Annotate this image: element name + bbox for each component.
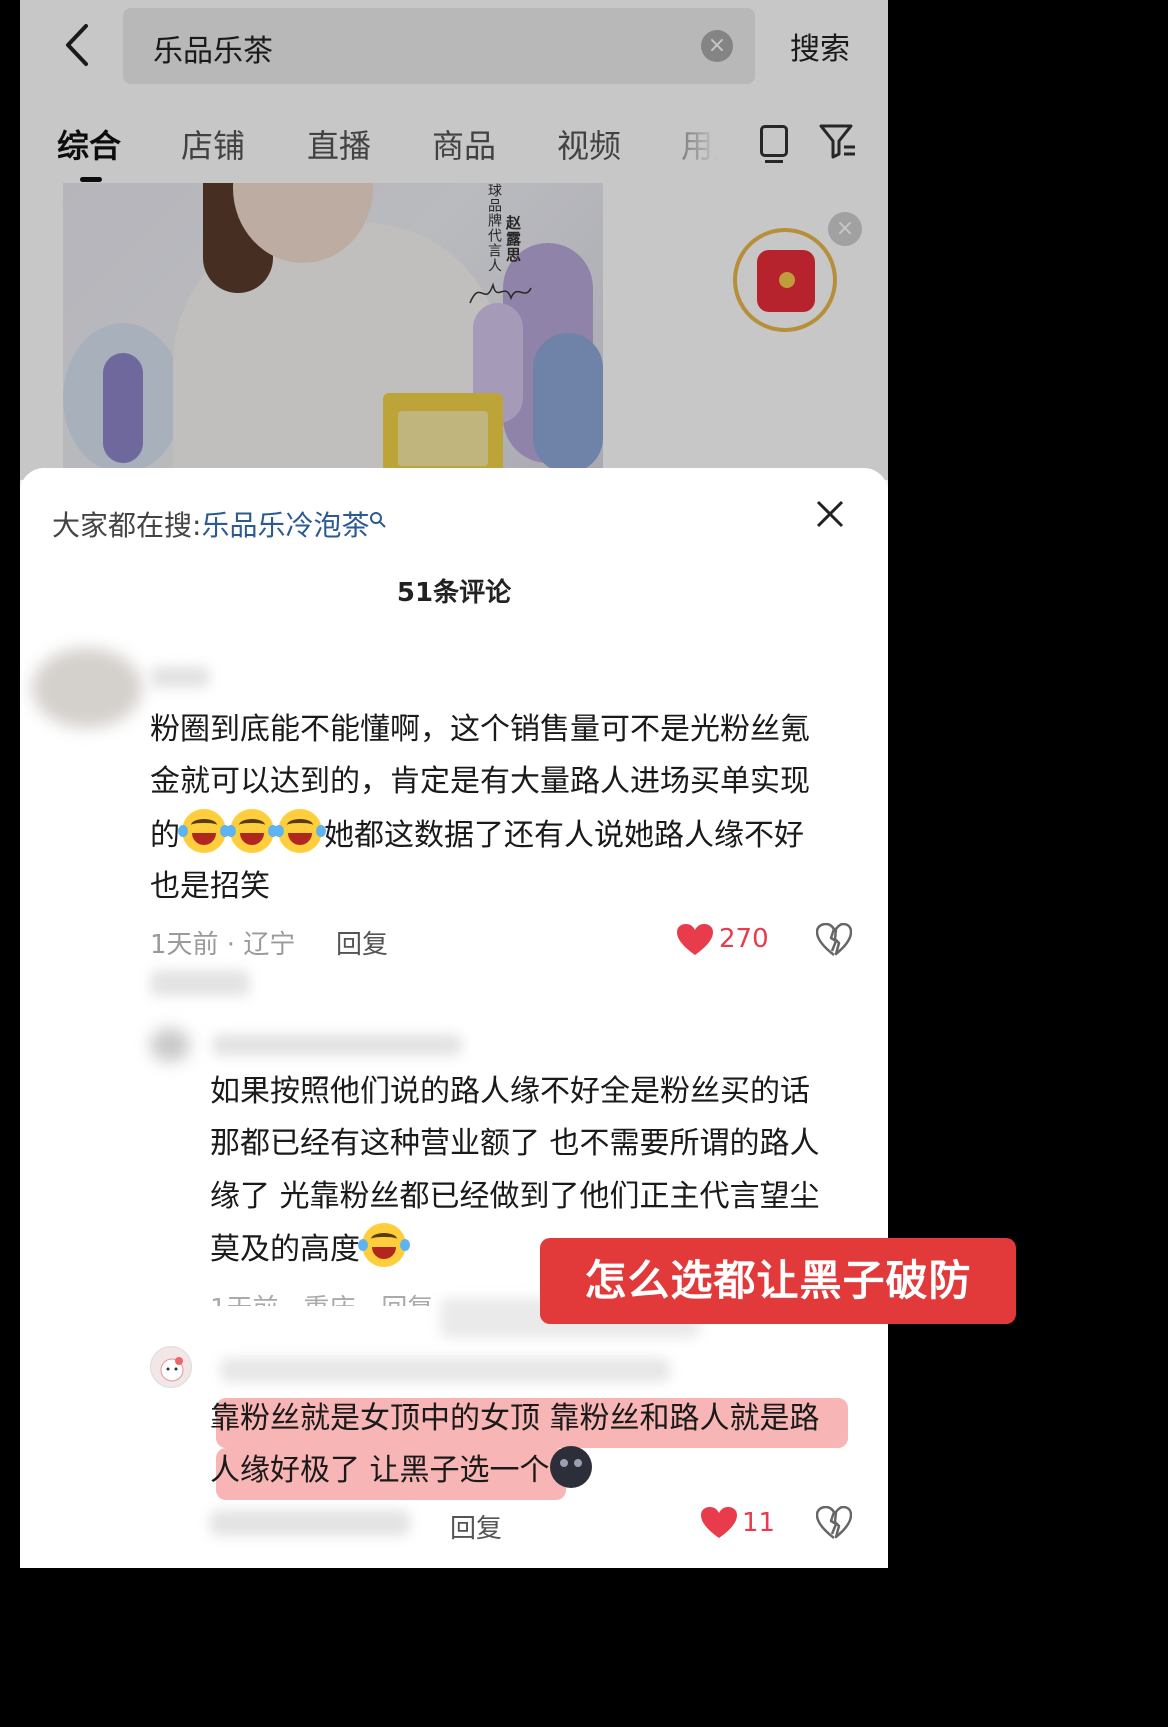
- like-count: 270: [719, 924, 769, 954]
- laugh-cry-emoji: [178, 809, 230, 853]
- comment-text: 人缘好极了 让黑子选一个: [210, 1445, 592, 1498]
- dislike-icon[interactable]: [816, 923, 852, 957]
- comment-text-rest: 莫及的高度: [210, 1232, 360, 1267]
- avatar[interactable]: [32, 648, 142, 728]
- comment-text: 莫及的高度: [210, 1223, 410, 1277]
- comment-text: 也是招笑: [150, 869, 270, 904]
- search-icon: [370, 512, 387, 528]
- laugh-cry-emoji: [358, 1223, 410, 1267]
- laugh-cry-emoji: [274, 809, 326, 853]
- reply-button[interactable]: 回复: [450, 1508, 502, 1545]
- avatar[interactable]: [150, 1346, 192, 1388]
- trending-search-hint: 大家都在搜:乐品乐冷泡茶: [52, 504, 387, 544]
- reply-button[interactable]: 回复: [381, 1294, 433, 1306]
- username-blurred: [212, 1034, 462, 1056]
- comment-text-rest: 她都这数据了还有人说她路人缘不好: [324, 818, 804, 853]
- avatar[interactable]: [150, 1028, 190, 1062]
- comment-text-rest: 人缘好极了 让黑子选一个: [210, 1453, 550, 1488]
- reply-button[interactable]: 回复: [336, 924, 388, 961]
- comment-location: 辽宁: [243, 930, 296, 960]
- hint-term-link[interactable]: 乐品乐冷泡茶: [201, 509, 369, 542]
- comment-text: 的 她都这数据了还有人说她路人缘不好: [150, 809, 804, 863]
- comment-location: 重庆: [303, 1294, 355, 1306]
- comment-time: 1天前: [150, 930, 219, 960]
- heart-icon[interactable]: [676, 923, 714, 957]
- comment-text: 那都已经有这种营业额了 也不需要所谓的路人: [210, 1126, 820, 1161]
- heart-icon[interactable]: [700, 1506, 738, 1540]
- dislike-icon[interactable]: [816, 1506, 852, 1540]
- comment-meta-blurred: [210, 1510, 410, 1536]
- username-blurred: [150, 666, 210, 688]
- comment-text: 粉圈到底能不能懂啊，这个销售量可不是光粉丝氪: [150, 712, 810, 747]
- comment-text: 金就可以达到的，肯定是有大量路人进场买单实现: [150, 764, 810, 799]
- dim-overlay: [20, 0, 888, 480]
- author-tag-blurred: [150, 970, 250, 996]
- comment-text-prefix: 的: [150, 818, 180, 853]
- comment-count: 51条评论: [396, 578, 512, 608]
- like-count: 11: [742, 1508, 776, 1538]
- comment-text: 靠粉丝就是女顶中的女顶 靠粉丝和路人就是路: [210, 1401, 820, 1436]
- phone-screen: 乐品乐茶 × 搜索 综合 店铺 直播 商品 视频 用户: [20, 0, 888, 1568]
- comment-meta: 1天前 · 辽宁: [150, 930, 296, 960]
- overlay-caption: 怎么选都让黑子破防: [540, 1238, 1016, 1324]
- username-blurred: [220, 1358, 670, 1382]
- comment-meta: 1天前 · 重庆 回复: [210, 1288, 433, 1306]
- laugh-cry-emoji: [226, 809, 278, 853]
- comment-text: 如果按照他们说的路人缘不好全是粉丝买的话: [210, 1074, 810, 1109]
- comment-time: 1天前: [210, 1294, 279, 1306]
- comment-text: 缘了 光靠粉丝都已经做到了他们正主代言望尘: [210, 1179, 820, 1214]
- close-icon[interactable]: [810, 494, 850, 534]
- hint-prefix: 大家都在搜:: [52, 509, 202, 542]
- comments-sheet: 大家都在搜:乐品乐冷泡茶 51条评论 粉圈到底能不能懂啊，这个销售量可不是光粉丝…: [20, 468, 888, 1568]
- dark-face-emoji: [549, 1446, 592, 1488]
